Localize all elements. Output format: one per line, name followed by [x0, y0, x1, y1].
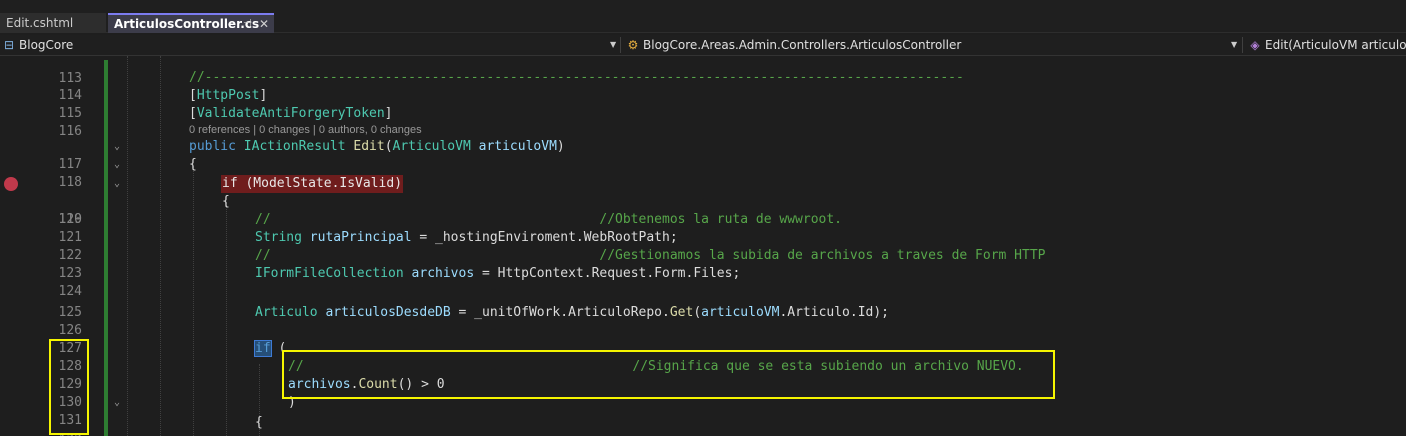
- csharp-project-icon: ⊟: [3, 38, 15, 52]
- highlight-box-code: [282, 350, 1055, 399]
- breakpoint-statement: if (ModelState.IsValid): [221, 175, 404, 193]
- brace: {: [222, 194, 230, 209]
- code-line[interactable]: 118 ⌄ {: [0, 156, 1406, 190]
- method-icon: ◈: [1250, 38, 1260, 52]
- statement: IFormFileCollection archivos = HttpConte…: [255, 266, 741, 281]
- divider: [620, 37, 621, 53]
- tab-label: ArticulosController.cs: [114, 17, 260, 31]
- tab-articulos-controller[interactable]: ArticulosController.cs ⊣ ✕: [108, 13, 274, 33]
- statement: String rutaPrincipal = _hostingEnviromen…: [255, 230, 678, 245]
- code-line[interactable]: 126 Articulo articulosDesdeDB = _unitOfW…: [0, 304, 1406, 338]
- highlight-box-line-numbers: [49, 339, 89, 435]
- class-label: BlogCore.Areas.Admin.Controllers.Articul…: [643, 38, 962, 52]
- breakpoint-icon[interactable]: [4, 177, 18, 191]
- brace: {: [189, 157, 197, 172]
- class-icon: ⚙: [627, 38, 639, 52]
- code-line[interactable]: 116 [ValidateAntiForgeryToken]: [0, 105, 1406, 139]
- comment: // //Obtenemos la ruta de wwwroot.: [255, 212, 842, 227]
- code-line[interactable]: 127: [0, 322, 1406, 356]
- brace: {: [255, 415, 263, 430]
- member-label: Edit(ArticuloVM articuloVM: [1265, 38, 1406, 52]
- member-dropdown[interactable]: ◈ Edit(ArticuloVM articuloVM: [1248, 35, 1406, 55]
- divider: [1242, 37, 1243, 53]
- code-line[interactable]: 114 //----------------------------------…: [0, 69, 1406, 103]
- collapse-icon[interactable]: ⌄: [110, 175, 124, 193]
- project-label: BlogCore: [19, 38, 74, 52]
- code-line[interactable]: 125: [0, 286, 1406, 320]
- pin-icon[interactable]: ⊣: [243, 15, 252, 33]
- statement: Articulo articulosDesdeDB = _unitOfWork.…: [255, 305, 890, 320]
- chevron-down-icon[interactable]: ▼: [1231, 35, 1237, 55]
- code-line[interactable]: 123 // //Gestionamos la subida de archiv…: [0, 247, 1406, 281]
- chevron-down-icon[interactable]: ▼: [610, 35, 616, 55]
- code-line[interactable]: 115 [HttpPost]: [0, 87, 1406, 121]
- code-line[interactable]: 120 {: [0, 193, 1406, 227]
- attribute: [HttpPost]: [189, 88, 268, 103]
- comment: //--------------------------------------…: [189, 70, 964, 85]
- code-line[interactable]: 119 ⌄ if (ModelState.IsValid): [0, 175, 1406, 227]
- method-signature: public IActionResult Edit(ArticuloVM art…: [189, 139, 565, 154]
- code-editor[interactable]: 113 114 //------------------------------…: [0, 56, 1406, 436]
- project-dropdown[interactable]: ⊟ BlogCore: [2, 35, 618, 55]
- code-lens[interactable]: 0 references | 0 changes | 0 authors, 0 …: [189, 124, 422, 136]
- comment: // //Gestionamos la subida de archivos a…: [255, 248, 1046, 263]
- tab-label: Edit.cshtml: [6, 16, 74, 30]
- class-dropdown[interactable]: ⚙ BlogCore.Areas.Admin.Controllers.Articu…: [626, 35, 1238, 55]
- code-line[interactable]: 122 String rutaPrincipal = _hostingEnvir…: [0, 229, 1406, 263]
- code-line[interactable]: 124 IFormFileCollection archivos = HttpC…: [0, 265, 1406, 299]
- attribute: [ValidateAntiForgeryToken]: [189, 106, 393, 121]
- navigation-bar: ⊟ BlogCore ▼ ⚙ BlogCore.Areas.Admin.Contro…: [0, 35, 1406, 56]
- collapse-icon[interactable]: ⌄: [110, 394, 124, 412]
- collapse-icon[interactable]: ⌄: [110, 138, 124, 156]
- code-line[interactable]: 132 {: [0, 414, 1406, 436]
- code-line[interactable]: 121 // //Obtenemos la ruta de wwwroot.: [0, 211, 1406, 245]
- tab-strip: Edit.cshtml ArticulosController.cs ⊣ ✕: [0, 0, 1406, 33]
- close-icon[interactable]: ✕: [259, 15, 269, 33]
- collapse-icon[interactable]: ⌄: [110, 156, 124, 174]
- tab-edit-cshtml[interactable]: Edit.cshtml: [0, 13, 106, 33]
- code-line[interactable]: 113: [0, 56, 1406, 86]
- code-line[interactable]: 117 ⌄ public IActionResult Edit(Articulo…: [0, 138, 1406, 172]
